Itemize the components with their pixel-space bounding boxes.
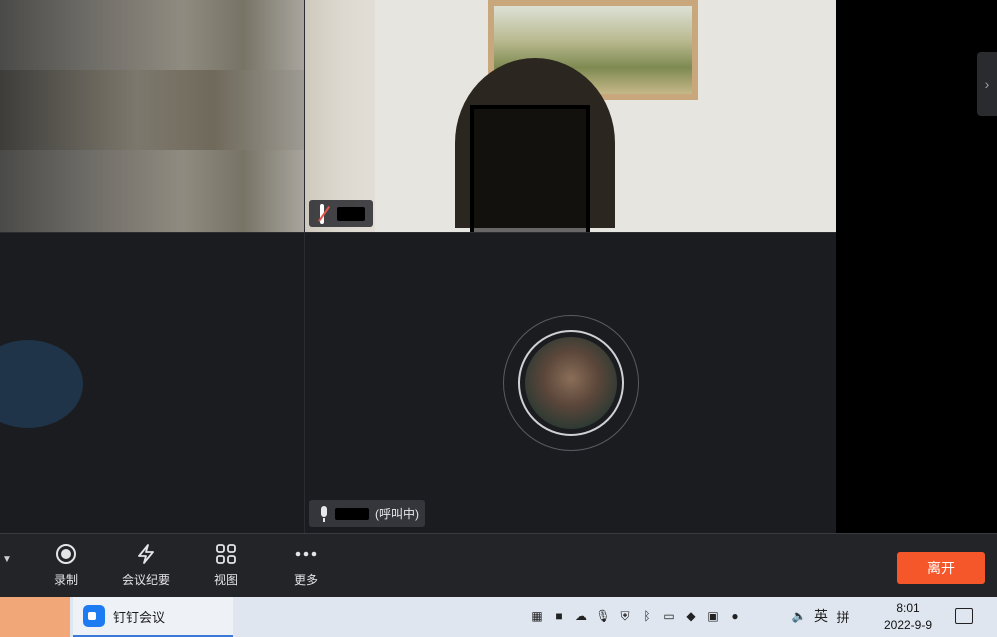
windows-taskbar: 钉钉会议 ▦ ■ ☁ 🎙 ⛨ ᛒ ▭ ◆ ▣ ● 🔈 英 拼 8:01 2022… xyxy=(0,597,997,637)
taskbar-app-dingtalk-meeting[interactable]: 钉钉会议 xyxy=(73,597,233,637)
minutes-icon xyxy=(134,542,158,566)
microphone-icon[interactable]: 🎙 xyxy=(594,607,612,625)
folder-icon[interactable]: ▭ xyxy=(660,607,678,625)
record-label: 录制 xyxy=(53,573,78,587)
app-circle-icon[interactable]: ● xyxy=(726,607,744,625)
taskbar-left-area[interactable] xyxy=(0,597,70,637)
calling-status: (呼叫中) xyxy=(375,507,419,521)
video-tile-camera[interactable] xyxy=(305,0,836,232)
leave-button[interactable]: 离开 xyxy=(897,552,985,584)
app-tray-icon[interactable]: ◆ xyxy=(682,607,700,625)
redaction-scribble xyxy=(470,105,590,232)
widgets-icon[interactable]: ▦ xyxy=(528,607,546,625)
more-icon xyxy=(294,542,318,566)
notification-icon[interactable] xyxy=(955,608,973,624)
video-tile-calling[interactable]: (呼叫中) xyxy=(305,233,836,533)
clock-time: 8:01 xyxy=(896,601,920,615)
video-grid: (呼叫中) xyxy=(0,0,836,533)
participant-avatar xyxy=(0,340,83,428)
dingtalk-meeting-icon xyxy=(83,605,105,627)
nvidia-icon[interactable]: ■ xyxy=(550,607,568,625)
system-clock[interactable]: 8:01 2022-9-9 xyxy=(872,600,944,634)
clock-date: 2022-9-9 xyxy=(883,618,933,632)
onedrive-icon[interactable]: ☁ xyxy=(572,607,590,625)
bluetooth-icon[interactable]: ᛒ xyxy=(638,607,656,625)
ime-mode[interactable]: 拼 xyxy=(834,607,852,625)
system-tray: ▦ ■ ☁ 🎙 ⛨ ᛒ ▭ ◆ ▣ ● xyxy=(528,607,744,625)
meeting-screen: (呼叫中) › ▼ 录制 会议纪要 视图 更多 离开 钉钉会议 ▦ ■ ☁ 🎙 … xyxy=(0,0,997,637)
mic-icon xyxy=(319,505,329,522)
calling-name-tag: (呼叫中) xyxy=(309,500,425,527)
video-tile-blurred[interactable] xyxy=(0,0,304,232)
redacted-name xyxy=(335,507,369,520)
minutes-label: 会议纪要 xyxy=(121,573,170,587)
door-frame xyxy=(305,0,375,232)
view-label: 视图 xyxy=(213,573,238,587)
input-tray: 🔈 英 拼 xyxy=(790,607,852,625)
blurred-background xyxy=(0,70,304,150)
minutes-button[interactable]: 会议纪要 xyxy=(110,542,182,592)
video-tile-avatar-left[interactable] xyxy=(0,233,304,533)
divider xyxy=(0,232,836,233)
grid-view-icon xyxy=(215,542,237,566)
security-shield-icon[interactable]: ⛨ xyxy=(616,607,634,625)
mic-muted-icon xyxy=(317,203,331,224)
participant-name-tag xyxy=(309,200,373,227)
more-button[interactable]: 更多 xyxy=(270,542,342,592)
record-button[interactable]: 录制 xyxy=(30,542,102,592)
record-icon xyxy=(55,542,77,566)
view-button[interactable]: 视图 xyxy=(190,542,262,592)
taskbar-app-label: 钉钉会议 xyxy=(113,609,166,625)
redacted-name xyxy=(337,206,365,221)
network-icon[interactable]: ▣ xyxy=(704,607,722,625)
ime-language[interactable]: 英 xyxy=(812,607,830,625)
more-label: 更多 xyxy=(293,573,318,587)
meeting-toolbar: ▼ 录制 会议纪要 视图 更多 离开 xyxy=(0,533,997,597)
right-panel xyxy=(836,0,997,533)
participant-avatar xyxy=(518,330,624,436)
divider xyxy=(304,0,305,533)
caret-down-icon[interactable]: ▼ xyxy=(2,554,12,565)
chevron-right-icon[interactable]: › xyxy=(977,52,997,116)
volume-icon[interactable]: 🔈 xyxy=(790,607,808,625)
